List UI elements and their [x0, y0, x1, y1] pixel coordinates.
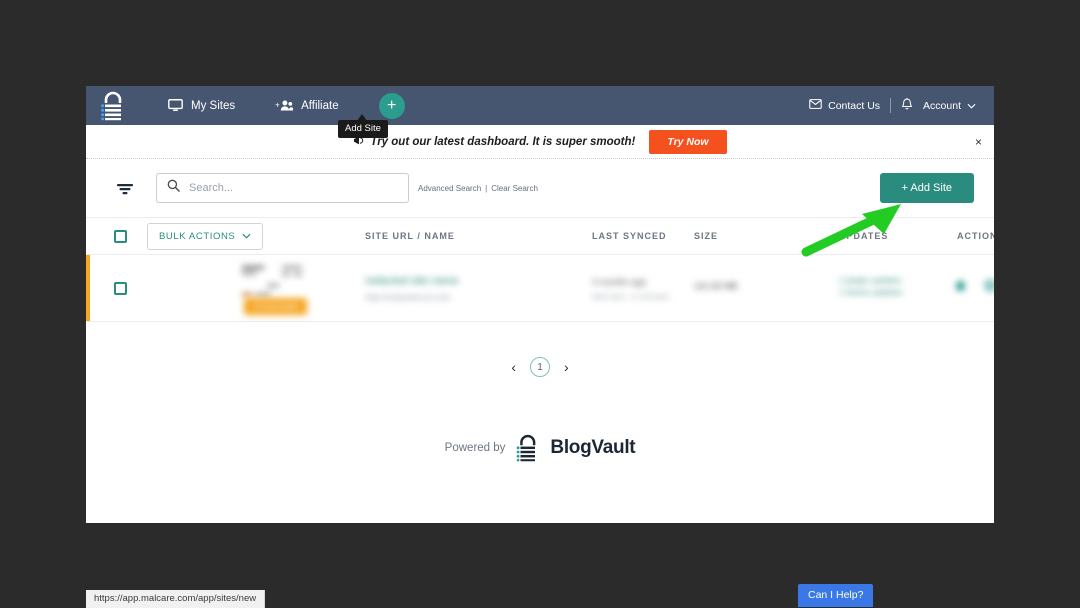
monitor-icon [168, 99, 183, 112]
blogvault-lock-logo [515, 434, 540, 462]
promo-banner: Try out our latest dashboard. It is supe… [86, 125, 994, 159]
site-name[interactable]: redacted site name [365, 275, 459, 287]
column-header-actions: ACTIONS [957, 231, 994, 241]
plugin-updates-link[interactable]: 1 plugin updates [839, 275, 901, 285]
browser-status-url: https://app.malcare.com/app/sites/new [86, 590, 266, 608]
add-site-circle-button[interactable]: + [378, 92, 405, 119]
size-value: 141.65 MB [694, 281, 738, 291]
select-all-checkbox[interactable] [114, 229, 127, 243]
links-separator: | [485, 183, 488, 193]
plus-icon: + [386, 96, 397, 114]
table-header: BULK ACTIONS SITE URL / NAME LAST SYNCED… [86, 217, 994, 255]
nav-label-my-sites: My Sites [191, 99, 236, 112]
column-header-site-url: SITE URL / NAME [365, 231, 455, 241]
row-checkbox[interactable] [114, 281, 127, 295]
site-url: http://redacted-url.com [365, 292, 451, 302]
sync-icon[interactable] [954, 279, 967, 292]
navbar-right-group: Contact Us Account [809, 97, 994, 114]
next-sync-value: Next Sync : in 18 hours [592, 292, 670, 301]
last-synced-value: 4 months ago [592, 277, 647, 287]
browser-viewport: My Sites + Affiliate + Contact Us Accoun… [86, 86, 994, 523]
row-status-accent [86, 255, 90, 321]
contact-us-label: Contact Us [828, 99, 881, 112]
nav-label-affiliate: Affiliate [301, 99, 339, 112]
column-header-updates: UPDATES [839, 231, 889, 241]
pagination-page-1[interactable]: 1 [530, 357, 550, 377]
search-input[interactable] [189, 182, 398, 194]
settings-icon[interactable] [984, 279, 994, 292]
search-box[interactable] [156, 173, 409, 203]
brand-name: BlogVault [550, 437, 636, 458]
search-links-group: Advanced Search | Clear Search [418, 184, 538, 193]
pagination: ‹ 1 › [86, 322, 994, 412]
close-icon[interactable]: × [975, 136, 982, 148]
powered-by-label: Powered by [444, 442, 506, 454]
blogvault-lock-logo [100, 91, 126, 121]
svg-text:+: + [275, 100, 280, 109]
add-site-button[interactable]: + Add Site [879, 173, 974, 203]
promo-message: Try out our latest dashboard. It is supe… [370, 135, 636, 148]
status-badge: Unreachable [244, 298, 308, 315]
row-actions-group [954, 279, 994, 292]
promo-text-group: Try out our latest dashboard. It is supe… [353, 135, 635, 149]
account-menu[interactable]: Account [923, 100, 976, 112]
pagination-prev[interactable]: ‹ [511, 360, 516, 374]
chat-help-widget[interactable]: Can I Help? [798, 584, 874, 607]
column-header-size: SIZE [694, 231, 719, 241]
add-site-tooltip: Add Site [338, 120, 388, 138]
top-navbar: My Sites + Affiliate + Contact Us Accoun… [86, 86, 994, 125]
site-thumbnail: Unreachable [236, 260, 322, 318]
try-now-button[interactable]: Try Now [649, 129, 727, 154]
nav-item-affiliate[interactable]: + Affiliate [275, 99, 339, 112]
envelope-icon [809, 99, 822, 112]
navbar-divider [890, 98, 892, 113]
footer-powered-by: Powered by BlogVault [86, 434, 994, 462]
bell-icon[interactable] [901, 97, 913, 114]
pagination-next[interactable]: › [564, 360, 569, 374]
clear-search-link[interactable]: Clear Search [491, 184, 538, 193]
column-header-last-synced: LAST SYNCED [592, 231, 667, 241]
people-add-icon: + [275, 99, 294, 112]
theme-updates-link[interactable]: 1 theme updates [839, 287, 902, 297]
search-icon [167, 179, 180, 197]
chevron-down-icon [242, 231, 251, 242]
bulk-actions-label: BULK ACTIONS [159, 230, 236, 242]
toolbar-row: Advanced Search | Clear Search + Add Sit… [86, 159, 994, 217]
table-row[interactable]: Unreachable redacted site name http://re… [86, 255, 994, 322]
account-label: Account [923, 99, 961, 112]
nav-item-my-sites[interactable]: My Sites [168, 99, 235, 112]
contact-us-link[interactable]: Contact Us [809, 99, 880, 112]
advanced-search-link[interactable]: Advanced Search [418, 184, 481, 193]
filter-funnel-icon[interactable] [114, 177, 136, 199]
bulk-actions-dropdown[interactable]: BULK ACTIONS [147, 222, 264, 250]
chevron-down-icon [967, 100, 976, 112]
